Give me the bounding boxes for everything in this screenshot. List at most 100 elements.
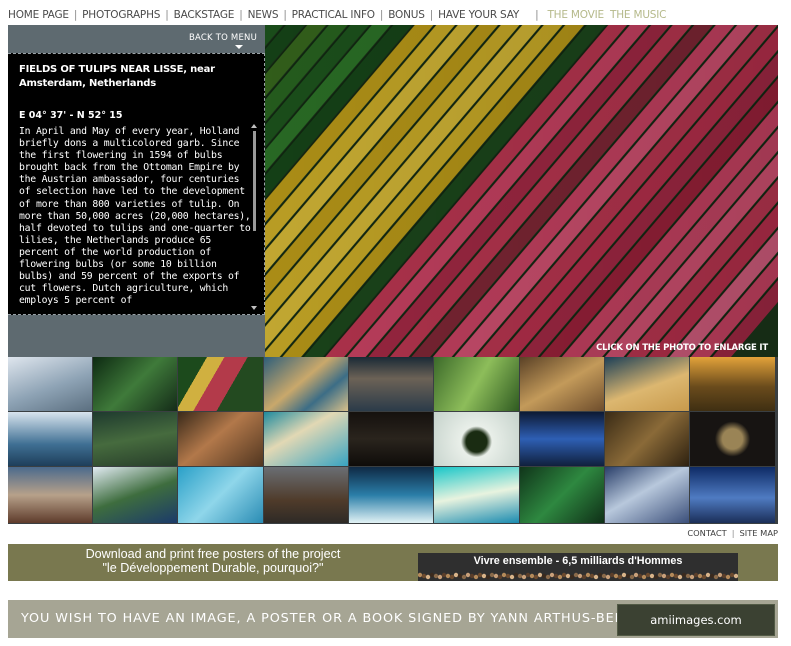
photo-thumbnail[interactable] bbox=[349, 467, 434, 524]
photo-thumbnail[interactable] bbox=[605, 467, 690, 524]
crowd-head bbox=[545, 574, 551, 580]
crowd-head bbox=[569, 574, 575, 580]
crowd-head bbox=[549, 572, 555, 578]
photo-thumbnail[interactable] bbox=[349, 412, 434, 467]
poster-banner-text: Download and print free posters of the p… bbox=[8, 547, 418, 575]
crowd-head bbox=[673, 573, 679, 579]
crowd-head bbox=[621, 572, 627, 578]
photo-thumbnail[interactable] bbox=[93, 467, 178, 524]
photo-thumbnail[interactable] bbox=[349, 357, 434, 412]
back-to-menu-link[interactable]: BACK TO MENU bbox=[189, 33, 257, 43]
crowd-head bbox=[593, 574, 599, 580]
crowd-head bbox=[421, 573, 427, 579]
nav-practical-info[interactable]: PRACTICAL INFO bbox=[292, 9, 375, 21]
crowd-head bbox=[557, 574, 563, 580]
poster-box-title: Vivre ensemble - 6,5 milliards d'Hommes bbox=[473, 555, 683, 567]
photo-thumbnail[interactable] bbox=[93, 412, 178, 467]
crowd-head bbox=[521, 574, 527, 580]
crowd-head bbox=[457, 573, 463, 579]
amiimages-link[interactable]: amiimages.com bbox=[617, 604, 775, 636]
crowd-head bbox=[705, 572, 711, 578]
crowd-head bbox=[589, 573, 595, 579]
photo-title: FIELDS OF TULIPS NEAR LISSE, near Amster… bbox=[19, 64, 215, 89]
crowd-head bbox=[561, 572, 567, 578]
photo-thumbnail[interactable] bbox=[8, 467, 93, 524]
crowd-head bbox=[469, 573, 475, 579]
crowd-head bbox=[625, 573, 631, 579]
photo-thumbnail[interactable] bbox=[264, 357, 349, 412]
crowd-head bbox=[585, 572, 591, 578]
photo-thumbnail[interactable] bbox=[178, 412, 264, 467]
crowd-head bbox=[489, 572, 495, 578]
photo-thumbnail[interactable] bbox=[690, 357, 776, 412]
crowd-head bbox=[725, 574, 731, 580]
nav-the-movie[interactable]: THE MOVIE bbox=[547, 9, 604, 21]
caption-panel: BACK TO MENU FIELDS OF TULIPS NEAR LISSE… bbox=[8, 25, 265, 357]
photo-thumbnail[interactable] bbox=[264, 412, 349, 467]
photo-thumbnail[interactable] bbox=[520, 467, 605, 524]
crowd-head bbox=[729, 572, 735, 578]
crowd-head bbox=[605, 574, 611, 580]
crowd-head bbox=[685, 573, 691, 579]
nav-home-page[interactable]: HOME PAGE bbox=[8, 9, 69, 21]
nav-photographs[interactable]: PHOTOGRAPHS bbox=[82, 9, 160, 21]
scroll-down-arrow-icon[interactable] bbox=[251, 306, 257, 310]
scroll-up-arrow-icon[interactable] bbox=[251, 124, 257, 128]
crowd-head bbox=[645, 572, 651, 578]
vivre-ensemble-poster[interactable]: Vivre ensemble - 6,5 milliards d'Hommes bbox=[418, 553, 738, 581]
signed-banner-text: YOU WISH TO HAVE AN IMAGE, A POSTER OR A… bbox=[21, 611, 708, 626]
photo-thumbnail[interactable] bbox=[93, 357, 178, 412]
photo-thumbnail[interactable] bbox=[434, 357, 520, 412]
photo-thumbnail[interactable] bbox=[605, 412, 690, 467]
crowd-head bbox=[493, 573, 499, 579]
nav-bonus[interactable]: BONUS bbox=[388, 9, 425, 21]
contact-link[interactable]: CONTACT bbox=[687, 528, 726, 538]
crowd-head bbox=[425, 574, 431, 580]
enlarge-photo-hint: CLICK ON THE PHOTO TO ENLARGE IT bbox=[596, 343, 768, 353]
crowd-head bbox=[713, 574, 719, 580]
site-map-link[interactable]: SITE MAP bbox=[740, 528, 779, 538]
photo-thumbnail[interactable] bbox=[434, 467, 520, 524]
crowd-head bbox=[717, 572, 723, 578]
scrollbar-thumb[interactable] bbox=[253, 131, 256, 231]
photo-thumbnail[interactable] bbox=[8, 357, 93, 412]
nav-separator: | bbox=[379, 9, 384, 21]
crowd-head bbox=[437, 574, 443, 580]
nav-have-your-say[interactable]: HAVE YOUR SAY bbox=[438, 9, 519, 21]
crowd-head bbox=[509, 574, 515, 580]
photo-thumbnail[interactable] bbox=[520, 412, 605, 467]
photo-thumbnail[interactable] bbox=[520, 357, 605, 412]
crowd-head bbox=[533, 574, 539, 580]
nav-news[interactable]: NEWS bbox=[248, 9, 279, 21]
photo-thumbnail[interactable] bbox=[434, 412, 520, 467]
poster-download-banner[interactable]: Download and print free posters of the p… bbox=[8, 544, 778, 581]
crowd-head bbox=[565, 573, 571, 579]
main-photo-tulip-fields[interactable]: CLICK ON THE PHOTO TO ENLARGE IT bbox=[265, 25, 778, 357]
photo-thumbnail[interactable] bbox=[178, 357, 264, 412]
crowd-head bbox=[581, 574, 587, 580]
signed-items-banner[interactable]: YOU WISH TO HAVE AN IMAGE, A POSTER OR A… bbox=[8, 600, 778, 638]
photo-coordinates: E 04° 37' - N 52° 15 bbox=[19, 110, 123, 121]
photo-thumbnail[interactable] bbox=[605, 357, 690, 412]
photo-thumbnail[interactable] bbox=[690, 412, 776, 467]
crowd-head bbox=[653, 574, 659, 580]
nav-separator: | bbox=[283, 9, 287, 21]
photo-thumbnail[interactable] bbox=[264, 467, 349, 524]
crowd-head bbox=[553, 573, 559, 579]
triangle-down-icon[interactable] bbox=[235, 45, 243, 49]
crowd-head bbox=[537, 572, 543, 578]
crowd-head bbox=[601, 573, 607, 579]
crowd-head bbox=[573, 572, 579, 578]
crowd-head bbox=[541, 573, 547, 579]
photo-thumbnail[interactable] bbox=[690, 467, 776, 524]
crowd-head bbox=[441, 572, 447, 578]
crowd-head bbox=[689, 574, 695, 580]
crowd-head bbox=[597, 572, 603, 578]
crowd-head bbox=[465, 572, 471, 578]
nav-the-music[interactable]: THE MUSIC bbox=[610, 9, 667, 21]
photo-viewer: BACK TO MENU FIELDS OF TULIPS NEAR LISSE… bbox=[8, 25, 778, 524]
photo-thumbnail[interactable] bbox=[8, 412, 93, 467]
crowd-head bbox=[693, 572, 699, 578]
nav-backstage[interactable]: BACKSTAGE bbox=[174, 9, 235, 21]
photo-thumbnail[interactable] bbox=[178, 467, 264, 524]
